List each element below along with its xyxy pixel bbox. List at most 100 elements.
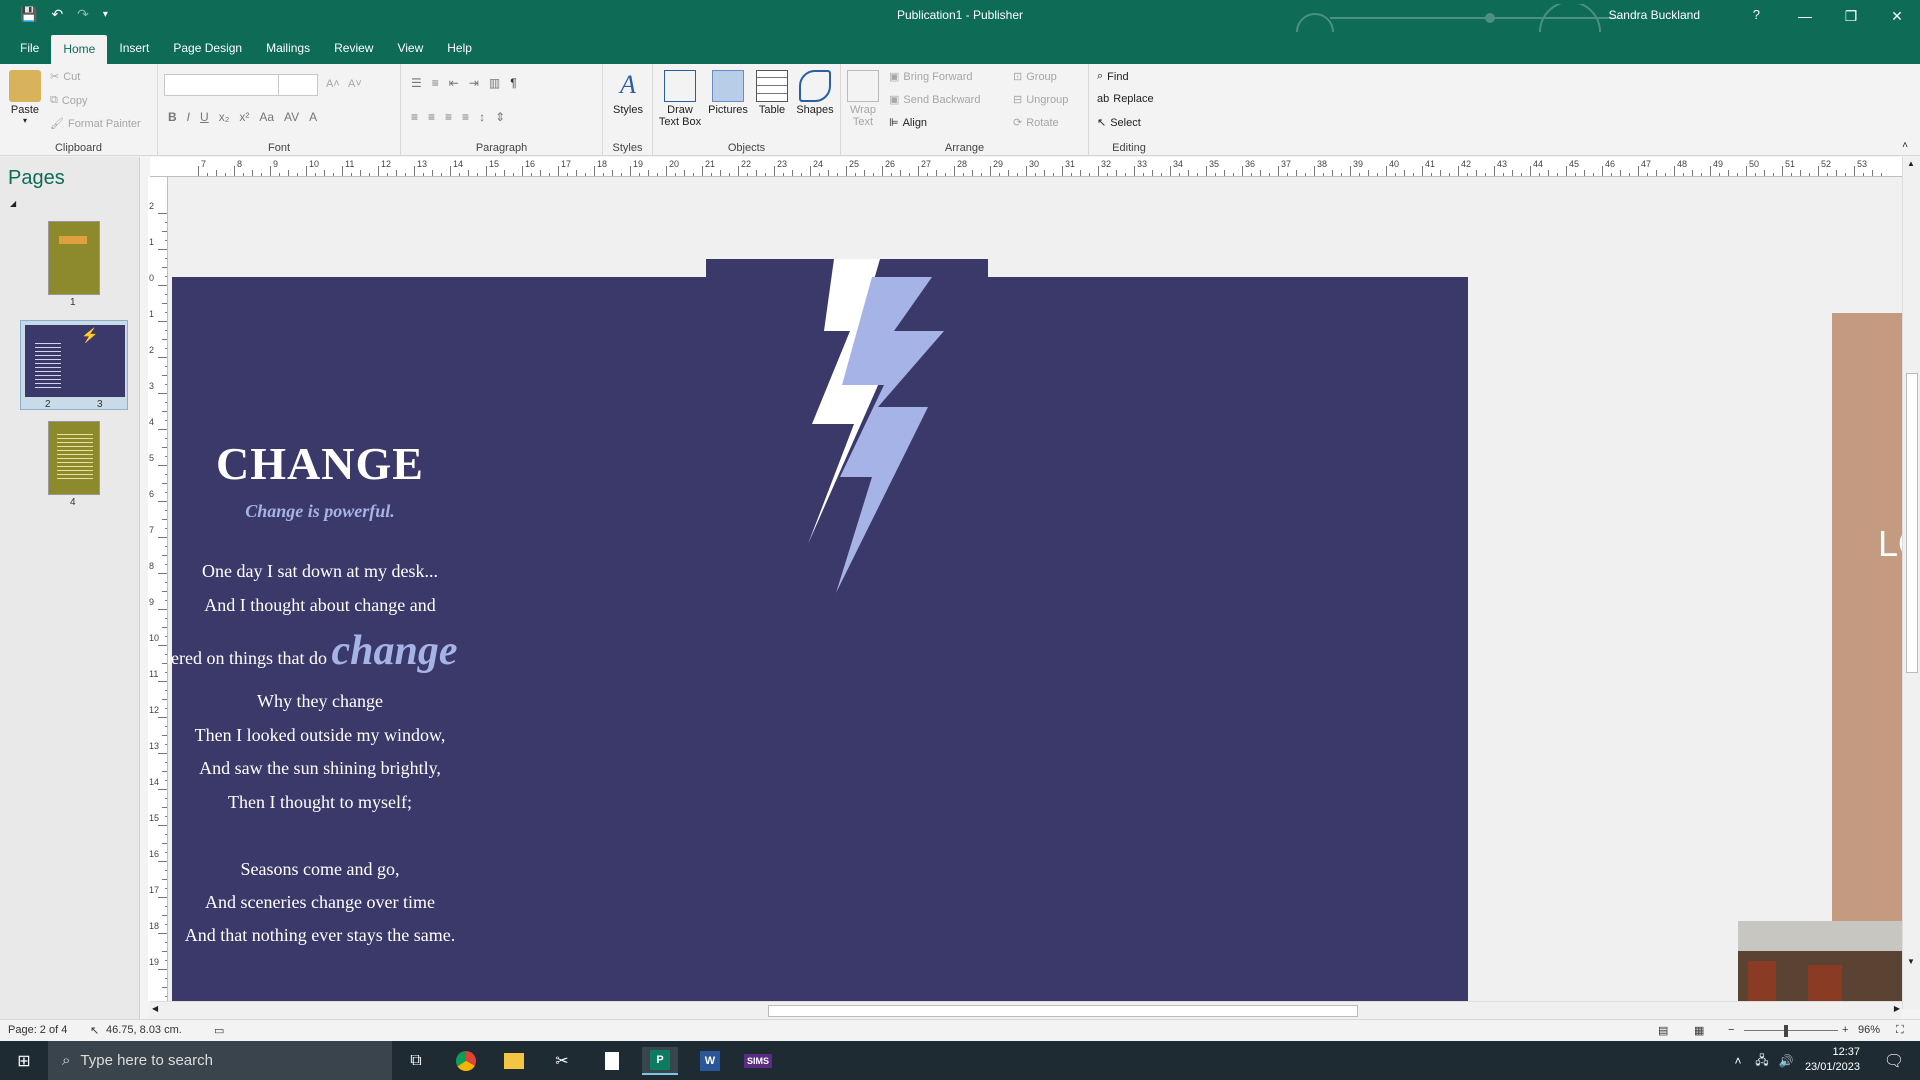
scroll-down-icon[interactable]: ▼ [1907, 957, 1915, 966]
pictures-button[interactable]: Pictures [705, 70, 751, 116]
character-spacing-icon[interactable]: AV [284, 110, 299, 124]
publisher-icon[interactable]: P [642, 1047, 678, 1075]
italic-button[interactable]: I [187, 110, 190, 124]
horizontal-scrollbar[interactable]: ◀ ▶ [150, 1001, 1902, 1019]
copy-button[interactable]: ⧉ Copy [50, 94, 88, 107]
align-right-icon[interactable]: ≡ [445, 110, 452, 124]
paste-button[interactable]: Paste ▾ [6, 70, 44, 125]
vertical-ruler[interactable]: 2 1 0 1 2 3 4 5 6 7 8 9 10 11 12 13 14 15 16 17 18 19 [148, 177, 168, 1001]
replace-button[interactable]: ab Replace [1097, 93, 1154, 105]
justify-icon[interactable]: ≡ [462, 110, 469, 124]
tab-page-design[interactable]: Page Design [161, 32, 254, 64]
zoom-slider-thumb[interactable] [1784, 1025, 1788, 1037]
align-left-icon[interactable]: ≡ [411, 110, 418, 124]
subscript-icon[interactable]: x₂ [219, 110, 230, 124]
single-page-view-icon[interactable]: ▤ [1658, 1024, 1668, 1037]
align-button[interactable]: ⊫ Align [889, 116, 927, 130]
align-center-icon[interactable]: ≡ [428, 110, 435, 124]
lightning-bolt-icon[interactable] [768, 259, 968, 599]
group-button[interactable]: ⊡ Group [1013, 70, 1057, 84]
columns-icon[interactable]: ▥ [489, 76, 500, 90]
horizontal-ruler[interactable]: 7 8 9 10 11 12 13 14 15 16 17 18 19 20 21 22 23 24 25 26 27 2… [150, 157, 1902, 177]
zoom-in-icon[interactable]: + [1842, 1024, 1848, 1036]
find-button[interactable]: ⌕ Find [1097, 70, 1129, 83]
bring-forward-button[interactable]: ▣ Bring Forward [889, 70, 972, 84]
numbering-icon[interactable]: ≡ [432, 76, 439, 90]
font-name-box[interactable] [164, 74, 282, 96]
scroll-left-icon[interactable]: ◀ [152, 1004, 158, 1013]
paragraph-spacing-icon[interactable]: ⇕ [495, 110, 505, 124]
underline-button[interactable]: U [200, 110, 209, 124]
rotate-button[interactable]: ⟳ Rotate [1013, 116, 1059, 130]
vertical-scrollbar[interactable]: ▲ ▼ [1902, 157, 1920, 1009]
select-button[interactable]: ↖ Select [1097, 116, 1141, 130]
taskbar-search[interactable]: ⌕ Type here to search [48, 1041, 392, 1080]
superscript-icon[interactable]: x² [239, 110, 249, 124]
fit-page-icon[interactable]: ⛶ [1896, 1024, 1904, 1037]
collapse-ribbon-icon[interactable]: ˄ [1902, 140, 1908, 151]
tab-insert[interactable]: Insert [107, 32, 161, 64]
building-photo[interactable] [1738, 921, 1902, 1001]
notifications-icon[interactable]: 🗨 [1876, 1047, 1912, 1075]
tab-file[interactable]: File [8, 32, 51, 64]
wrap-text-button[interactable]: Wrap Text [845, 70, 881, 128]
close-icon[interactable]: ✕ [1874, 0, 1920, 32]
adjacent-page[interactable]: LO [1832, 313, 1902, 1001]
zoom-slider[interactable] [1744, 1030, 1838, 1031]
restore-icon[interactable]: ❐ [1828, 0, 1874, 32]
horizontal-scroll-thumb[interactable] [768, 1005, 1358, 1017]
tab-view[interactable]: View [385, 32, 435, 64]
format-painter-button[interactable]: 🖌 Format Painter [50, 117, 141, 131]
tab-help[interactable]: Help [435, 32, 484, 64]
file-explorer-icon[interactable] [496, 1047, 532, 1075]
line-spacing-icon[interactable]: ↕ [479, 110, 485, 124]
windows-start-icon[interactable]: ⊞ [6, 1047, 42, 1075]
document-canvas[interactable]: CHANGE Change is powerful. One day I sat… [168, 177, 1902, 1001]
tab-mailings[interactable]: Mailings [254, 32, 322, 64]
page-thumb-4[interactable] [48, 421, 100, 495]
minimize-icon[interactable]: — [1782, 0, 1828, 32]
ruler-minor-tick [891, 173, 892, 176]
change-case-icon[interactable]: Aa [259, 110, 274, 124]
bullets-icon[interactable]: ☰ [411, 76, 422, 90]
snipping-tool-icon[interactable]: ✂ [544, 1047, 580, 1075]
send-backward-button[interactable]: ▣ Send Backward [889, 93, 980, 107]
two-page-view-icon[interactable]: ▦ [1694, 1024, 1704, 1037]
cut-button[interactable]: ✂ Cut [50, 70, 80, 84]
styles-button[interactable]: A Styles [609, 70, 647, 116]
page-thumb-1[interactable] [48, 221, 100, 295]
word-icon[interactable]: W [692, 1047, 728, 1075]
layout-icon[interactable]: ▭ [214, 1024, 224, 1037]
ruler-minor-tick [1773, 173, 1774, 176]
scroll-right-icon[interactable]: ▶ [1894, 1004, 1900, 1013]
page-indicator[interactable]: Page: 2 of 4 [8, 1024, 67, 1036]
chrome-icon[interactable] [448, 1047, 484, 1075]
volume-icon[interactable]: 🔊 [1768, 1047, 1804, 1075]
notepad-icon[interactable] [594, 1047, 630, 1075]
font-color-icon[interactable]: A [309, 110, 317, 124]
draw-text-box-button[interactable]: Draw Text Box [657, 70, 703, 128]
clock[interactable]: 12:37 23/01/2023 [1805, 1045, 1860, 1075]
table-button[interactable]: Table [753, 70, 791, 116]
font-size-box[interactable] [278, 74, 318, 96]
grow-font-button[interactable]: A˄ [326, 78, 340, 90]
tab-home[interactable]: Home [51, 35, 108, 64]
zoom-level[interactable]: 96% [1858, 1024, 1880, 1036]
user-name[interactable]: Sandra Buckland [1609, 8, 1700, 22]
bold-button[interactable]: B [168, 110, 177, 124]
scroll-up-icon[interactable]: ▲ [1907, 159, 1915, 168]
ungroup-button[interactable]: ⊟ Ungroup [1013, 93, 1068, 107]
pilcrow-button[interactable]: ¶ [510, 76, 516, 90]
vertical-scroll-thumb[interactable] [1906, 373, 1918, 673]
task-view-icon[interactable]: ⧉ [398, 1047, 434, 1075]
help-button[interactable]: ? [1753, 7, 1760, 22]
page-thumb-2-3-selected[interactable]: ⚡ 2 3 [20, 320, 128, 410]
zoom-out-icon[interactable]: − [1728, 1024, 1734, 1036]
sims-app-icon[interactable]: SIMS [740, 1047, 776, 1075]
tab-review[interactable]: Review [322, 32, 385, 64]
shapes-button[interactable]: Shapes [793, 70, 837, 116]
shrink-font-button[interactable]: A˅ [348, 78, 362, 90]
increase-indent-icon[interactable]: ⇥ [469, 76, 479, 90]
collapse-triangle-icon[interactable]: ◢ [10, 199, 16, 208]
decrease-indent-icon[interactable]: ⇤ [449, 76, 459, 90]
